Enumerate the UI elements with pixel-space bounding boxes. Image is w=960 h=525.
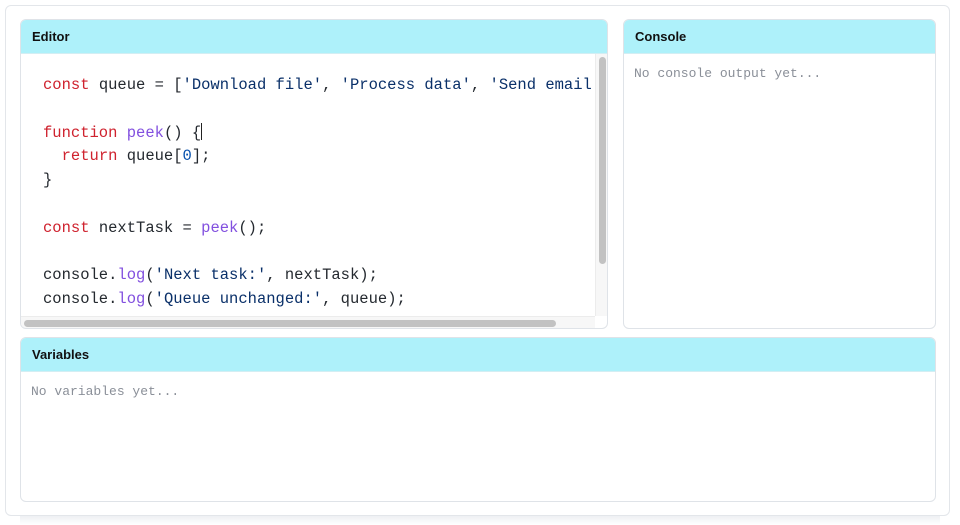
editor-panel: Editor const queue = ['Download file', '…	[20, 19, 608, 329]
variables-empty-message: No variables yet...	[31, 384, 180, 399]
variables-panel: Variables No variables yet...	[20, 337, 936, 502]
editor-vertical-scrollbar[interactable]	[595, 54, 607, 316]
console-empty-message: No console output yet...	[634, 66, 822, 81]
code-token: console.	[43, 290, 118, 309]
code-token: ,	[322, 76, 341, 94]
code-editor[interactable]: const queue = ['Download file', 'Process…	[21, 54, 595, 328]
code-token: ();	[238, 218, 267, 237]
code-token: 'Queue unchanged:'	[154, 290, 323, 309]
code-token: }	[43, 171, 53, 190]
code-token: (	[145, 266, 155, 285]
code-token: ,	[470, 76, 490, 94]
code-token: const	[43, 218, 90, 237]
code-line: const queue = ['Download file', 'Process…	[43, 74, 595, 98]
code-line: return queue[0];	[43, 145, 595, 169]
code-token: queue[	[117, 147, 183, 166]
code-token: peek	[126, 123, 164, 142]
console-panel: Console No console output yet...	[623, 19, 936, 329]
text-cursor	[201, 122, 203, 140]
code-token: queue = [	[89, 76, 183, 94]
code-token: 'Next task:'	[154, 266, 267, 285]
code-token: ];	[191, 147, 211, 166]
code-line: }	[43, 169, 595, 193]
variables-panel-title: Variables	[21, 338, 935, 372]
code-token: const	[43, 76, 90, 94]
code-token: log	[117, 290, 146, 309]
code-token: nextTask =	[89, 218, 202, 237]
code-token: log	[117, 266, 146, 285]
bottom-shadow	[20, 516, 940, 525]
code-token: , nextTask);	[266, 266, 378, 285]
code-token: 'Download file'	[182, 76, 323, 94]
code-token: 0	[182, 147, 192, 166]
code-token: peek	[201, 218, 239, 237]
console-panel-title: Console	[624, 20, 935, 54]
code-token: (	[145, 290, 155, 309]
editor-horizontal-scrollbar[interactable]	[21, 316, 595, 328]
editor-vertical-scroll-thumb[interactable]	[599, 57, 606, 264]
code-token: () {	[163, 123, 202, 142]
code-line: function peek() {	[43, 122, 595, 146]
code-line: console.log('Next task:', nextTask);	[43, 264, 595, 288]
code-token: 'Process data'	[340, 76, 471, 94]
code-line: const nextTask = peek();	[43, 217, 595, 241]
code-token: function	[43, 123, 118, 142]
code-content[interactable]: const queue = ['Download file', 'Process…	[43, 74, 595, 312]
editor-panel-title: Editor	[21, 20, 607, 54]
code-token: 'Send email'	[489, 76, 595, 94]
editor-horizontal-scroll-thumb[interactable]	[24, 320, 556, 327]
code-token: return	[61, 147, 118, 166]
code-line: console.log('Queue unchanged:', queue);	[43, 288, 595, 312]
code-token: console.	[43, 266, 118, 285]
code-token: , queue);	[322, 290, 406, 309]
